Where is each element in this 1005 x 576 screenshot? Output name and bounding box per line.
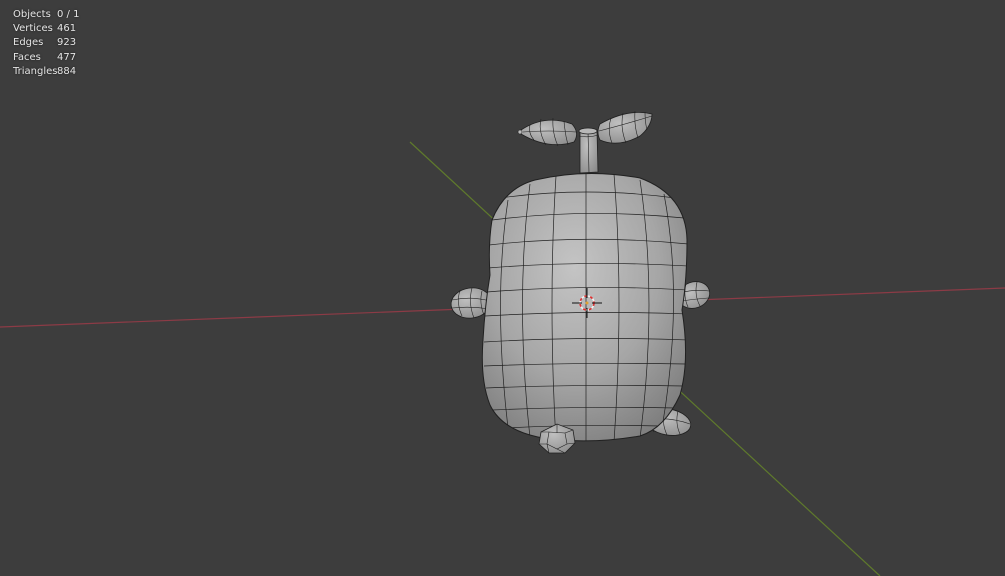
stat-value: 884 — [57, 65, 77, 77]
stat-value: 461 — [57, 23, 77, 35]
right-leaf-mesh[interactable] — [597, 110, 653, 144]
stat-value: 0 / 1 — [57, 9, 80, 20]
stat-triangles: Triangles 884 — [13, 65, 79, 79]
stat-value: 477 — [57, 51, 77, 63]
stem-mesh[interactable] — [578, 127, 599, 174]
statistics-overlay: Objects 0 / 1 Vertices 461 Edges 923 Fac… — [13, 8, 79, 79]
left-leaf-mesh[interactable] — [517, 117, 577, 147]
stat-label: Faces — [13, 51, 41, 63]
viewport-scene[interactable] — [0, 0, 1005, 576]
3d-viewport[interactable]: Objects 0 / 1 Vertices 461 Edges 923 Fac… — [0, 0, 1005, 576]
stat-label: Objects — [13, 9, 51, 20]
stat-label: Triangles — [13, 65, 58, 77]
stat-edges: Edges 923 — [13, 36, 79, 50]
body-mesh[interactable] — [481, 172, 688, 444]
stat-value: 923 — [57, 37, 77, 49]
stat-label: Vertices — [13, 23, 53, 35]
stat-faces: Faces 477 — [13, 51, 79, 65]
stat-label: Edges — [13, 37, 44, 49]
stat-vertices: Vertices 461 — [13, 22, 79, 36]
stat-objects: Objects 0 / 1 — [13, 8, 79, 22]
